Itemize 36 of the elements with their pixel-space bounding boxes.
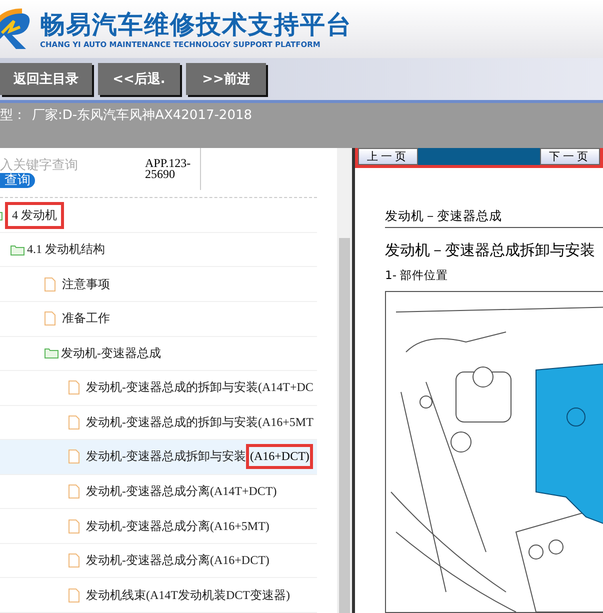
- document-icon: [44, 311, 56, 326]
- nav-button[interactable]: <<后退.: [98, 63, 180, 95]
- nav-button[interactable]: >>前进: [186, 63, 266, 95]
- document-icon: [68, 414, 80, 430]
- document-icon: [68, 518, 80, 534]
- search-button[interactable]: 查询: [0, 173, 35, 188]
- document-subtitle: 1- 部件位置: [385, 268, 450, 283]
- tree-item[interactable]: 发动机-变速器总成: [0, 336, 317, 372]
- document-icon: [68, 380, 80, 396]
- vehicle-label: 型：: [0, 107, 26, 124]
- document-icon: [68, 553, 80, 568]
- folder-icon: [44, 347, 59, 360]
- app-code: APP.123-25690: [145, 148, 201, 190]
- tree-item[interactable]: 4 发动机: [0, 198, 317, 233]
- tree-item[interactable]: 发动机线束(A14T发动机装DCT变速器): [0, 578, 317, 613]
- tree-item[interactable]: 发动机-变速器总成分离(A16+DCT): [0, 544, 317, 578]
- tree-item[interactable]: 发动机-变速器总成的拆卸与安装(A14T+DC: [0, 371, 317, 406]
- nav-button[interactable]: 返回主目录: [0, 63, 92, 95]
- document-icon: [68, 484, 80, 499]
- tree-item[interactable]: 发动机-变速器总成分离(A16+5MT): [0, 509, 317, 544]
- document-title: 发动机－变速器总成拆卸与安装: [385, 241, 596, 260]
- section-heading: 发动机－变速器总成: [385, 208, 603, 228]
- vehicle-value: 厂家:D-东风汽车风神AX42017-2018: [32, 107, 252, 124]
- document-icon: [68, 449, 80, 464]
- previous-page-button[interactable]: 上一页: [358, 148, 418, 165]
- tree-item[interactable]: 注意事项: [0, 267, 317, 302]
- next-page-button[interactable]: 下一页: [540, 148, 600, 165]
- tree-item[interactable]: 4.1 发动机结构: [0, 232, 317, 268]
- folder-icon: [10, 244, 25, 256]
- document-icon: [44, 276, 56, 292]
- tree-item[interactable]: 发动机-变速器总成拆卸与安装 (A16+DCT): [0, 440, 317, 475]
- tree-item[interactable]: 发动机-变速器总成分离(A14T+DCT): [0, 474, 317, 510]
- scrollbar[interactable]: [337, 148, 352, 613]
- document-icon: [68, 588, 80, 603]
- tree-item[interactable]: 准备工作: [0, 302, 317, 337]
- site-title: 畅易汽车维修技术支持平台: [40, 10, 352, 40]
